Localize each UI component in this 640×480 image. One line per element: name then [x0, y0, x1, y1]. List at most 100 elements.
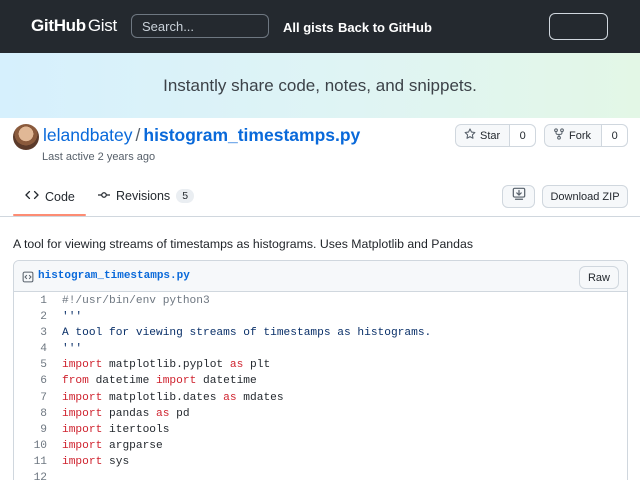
code-token: datetime: [196, 375, 257, 388]
download-icon: [512, 187, 526, 206]
download-zip-button[interactable]: Download ZIP: [542, 185, 628, 208]
code-token: matplotlib.pyplot: [102, 359, 230, 372]
logo-sub: Gist: [87, 16, 117, 35]
code-view: 1 #!/usr/bin/env python3 2 ''' 3 A tool for v…: [14, 293, 627, 480]
code-token: import: [62, 359, 103, 372]
code-line: 10 import argparse: [14, 438, 627, 454]
code-line: 5 import matplotlib.pyplot as plt: [14, 357, 627, 373]
code-token: mdates: [236, 391, 284, 404]
fork-button[interactable]: Fork: [545, 125, 603, 146]
line-number[interactable]: 5: [14, 357, 47, 373]
code-line: 9 import itertools: [14, 422, 627, 438]
star-count[interactable]: 0: [510, 125, 535, 146]
search-input[interactable]: [131, 14, 269, 38]
code-token: datetime: [88, 375, 156, 388]
code-token: pd: [169, 407, 190, 420]
all-gists-link[interactable]: All gists: [283, 20, 334, 35]
raw-button[interactable]: Raw: [579, 266, 619, 289]
code-line: 11 import sys: [14, 454, 627, 470]
gist-description: A tool for viewing streams of timestamps…: [13, 237, 473, 251]
code-text: ''': [62, 341, 82, 357]
line-number[interactable]: 9: [14, 422, 47, 438]
file-container: histogram_timestamps.py Raw 1 #!/usr/bin/…: [13, 260, 628, 480]
code-line: 12: [14, 470, 627, 480]
line-number[interactable]: 12: [14, 470, 47, 480]
code-token: import: [62, 455, 103, 468]
owner-link[interactable]: lelandbatey: [43, 125, 133, 145]
star-button[interactable]: Star: [456, 125, 511, 146]
code-token: itertools: [102, 423, 170, 436]
code-token: argparse: [102, 439, 163, 452]
file-name-link[interactable]: histogram_timestamps.py: [38, 270, 190, 282]
code-text: import itertools: [62, 422, 169, 438]
github-gist-logo[interactable]: GitHub Gist: [31, 16, 117, 36]
last-active: Last active 2 years ago: [42, 151, 156, 163]
code-line: 2 ''': [14, 309, 627, 325]
line-number[interactable]: 7: [14, 390, 47, 406]
code-token: import: [62, 391, 103, 404]
tab-revisions-label: Revisions: [116, 189, 171, 203]
code-token: pandas: [102, 407, 157, 420]
signup-banner: Instantly share code, notes, and snippet…: [0, 53, 640, 118]
code-token: import: [62, 439, 103, 452]
code-text: import sys: [62, 454, 129, 470]
tabs-divider: [0, 216, 640, 217]
file-code-icon: [22, 270, 34, 288]
fork-button-group: Fork 0: [544, 124, 628, 147]
gist-title: lelandbatey / histogram_timestamps.py: [43, 125, 360, 146]
code-text: #!/usr/bin/env python3: [62, 293, 210, 309]
star-label: Star: [480, 129, 501, 142]
title-separator: /: [135, 125, 141, 145]
code-token: as: [229, 359, 244, 372]
revisions-icon: [98, 189, 110, 203]
code-line: 6 from datetime import datetime: [14, 373, 627, 389]
code-line: 1 #!/usr/bin/env python3: [14, 293, 627, 309]
embed-download-button[interactable]: [502, 185, 535, 208]
code-token: matplotlib.dates: [102, 391, 224, 404]
line-number[interactable]: 4: [14, 341, 47, 357]
fork-label: Fork: [569, 129, 591, 142]
tab-code[interactable]: Code: [25, 189, 75, 204]
code-token: ''': [62, 343, 83, 356]
logo-main: GitHub: [31, 16, 86, 35]
code-token: from: [62, 375, 89, 388]
code-token: import: [156, 375, 197, 388]
revisions-count: 5: [176, 189, 195, 203]
line-number[interactable]: 1: [14, 293, 47, 309]
code-token: import: [62, 407, 103, 420]
fork-icon: [553, 128, 565, 143]
avatar[interactable]: [13, 124, 39, 150]
line-number[interactable]: 11: [14, 454, 47, 470]
code-token: A tool for viewing streams of timestamps…: [62, 327, 432, 340]
code-text: from datetime import datetime: [62, 373, 257, 389]
code-token: import: [62, 423, 103, 436]
code-text: import pandas as pd: [62, 406, 190, 422]
line-number[interactable]: 2: [14, 309, 47, 325]
code-text: A tool for viewing streams of timestamps…: [62, 325, 431, 341]
sign-in-button[interactable]: [549, 13, 608, 40]
star-button-group: Star 0: [455, 124, 536, 147]
star-icon: [464, 128, 476, 143]
code-text: ''': [62, 309, 82, 325]
site-header: GitHubGist All gists Back to GitHub: [0, 0, 640, 53]
code-icon: [25, 189, 39, 204]
gist-name-link[interactable]: histogram_timestamps.py: [143, 125, 360, 145]
line-number[interactable]: 3: [14, 325, 47, 341]
code-token: sys: [102, 455, 130, 468]
line-number[interactable]: 6: [14, 373, 47, 389]
code-token: ''': [62, 311, 83, 324]
file-header: histogram_timestamps.py Raw: [14, 261, 627, 292]
code-token: as: [156, 407, 170, 420]
code-line: 7 import matplotlib.dates as mdates: [14, 390, 627, 406]
line-number[interactable]: 8: [14, 406, 47, 422]
tab-revisions[interactable]: Revisions 5: [98, 189, 195, 203]
code-text: import argparse: [62, 438, 163, 454]
code-token: #!/usr/bin/env python3: [62, 295, 210, 307]
code-line: 8 import pandas as pd: [14, 406, 627, 422]
line-number[interactable]: 10: [14, 438, 47, 454]
code-line: 4 ''': [14, 341, 627, 357]
fork-count[interactable]: 0: [602, 125, 627, 146]
banner-text: Instantly share code, notes, and snippet…: [163, 76, 477, 95]
back-to-github-link[interactable]: Back to GitHub: [338, 20, 432, 35]
code-token: as: [223, 391, 237, 404]
